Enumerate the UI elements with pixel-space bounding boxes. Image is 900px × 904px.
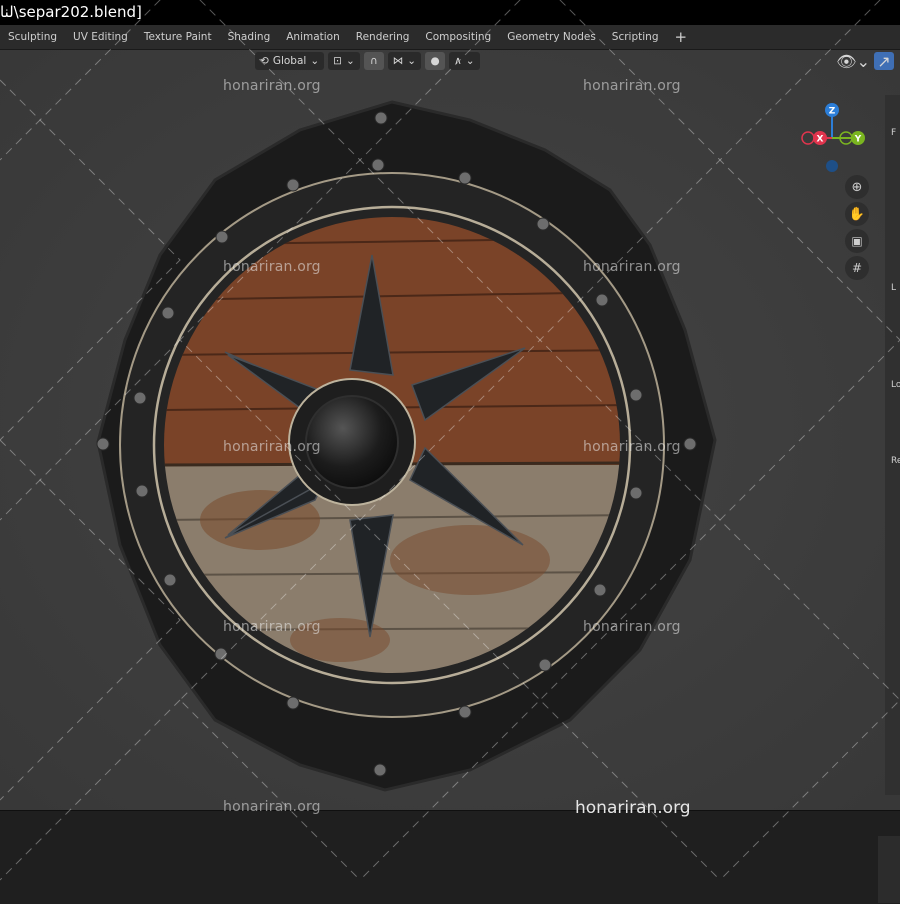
gizmo-y-label: Y (854, 135, 862, 145)
watermark-text: honariran.org (583, 439, 681, 455)
camera-icon: ▣ (851, 234, 863, 248)
tab-geometry-nodes[interactable]: Geometry Nodes (499, 25, 604, 49)
watermark-text: honariran.org (223, 439, 321, 455)
watermark-text: honariran.org (223, 799, 321, 815)
add-workspace-button[interactable]: + (667, 25, 696, 49)
tab-rendering[interactable]: Rendering (348, 25, 418, 49)
chevron-down-icon: ⌄ (856, 51, 870, 71)
snap-toggle[interactable]: ∩ (363, 52, 384, 70)
pan-button[interactable]: ✋ (845, 202, 869, 226)
tab-scripting[interactable]: Scripting (604, 25, 667, 49)
gizmo-x-label: X (817, 135, 824, 145)
falloff-dropdown[interactable]: ∧ ⌄ (449, 52, 480, 70)
pivot-dropdown[interactable]: ⊡ ⌄ (328, 52, 360, 70)
tab-shading[interactable]: Shading (220, 25, 279, 49)
workspace-tabs: Sculpting UV Editing Texture Paint Shadi… (0, 25, 900, 50)
zoom-button[interactable]: ⊕ (845, 175, 869, 199)
transform-orientation-icon: ⟲ (260, 55, 269, 67)
view-object-toggle[interactable]: 👁 ⌄ (836, 51, 870, 71)
gizmo-neg-z[interactable] (826, 160, 838, 172)
viewport-header: ⟲ Global ⌄ ⊡ ⌄ ∩ ⋈ ⌄ ● ∧ ⌄ (255, 52, 480, 70)
watermark-text: honariran.org (223, 259, 321, 275)
gizmo-toggle-icon: ↗ (877, 51, 891, 71)
3d-viewport[interactable] (0, 50, 900, 810)
watermark-big: honariran.org (575, 798, 691, 818)
falloff-curve-icon: ∧ (454, 55, 462, 67)
shield-model (0, 50, 900, 810)
timeline-area[interactable] (0, 810, 900, 904)
navigation-gizmo[interactable]: Z X Y (798, 100, 870, 176)
npanel-tab-l[interactable]: L (891, 283, 896, 293)
proportional-toggle[interactable]: ● (425, 52, 446, 70)
tab-uv-editing[interactable]: UV Editing (65, 25, 136, 49)
tab-sculpting[interactable]: Sculpting (0, 25, 65, 49)
sidebar-n-panel[interactable] (885, 95, 900, 795)
orientation-dropdown[interactable]: ⟲ Global ⌄ (255, 52, 325, 70)
watermark-text: honariran.org (223, 619, 321, 635)
transform-pivot-icon: ⊡ (333, 55, 342, 67)
snap-dropdown[interactable]: ⋈ ⌄ (387, 52, 422, 70)
chevron-down-icon: ⌄ (345, 55, 355, 67)
ortho-toggle-button[interactable]: # (845, 256, 869, 280)
gizmo-neg-x[interactable] (801, 131, 815, 145)
tab-texture-paint[interactable]: Texture Paint (136, 25, 220, 49)
snap-target-icon: ⋈ (392, 55, 404, 67)
gizmo-z-label: Z (829, 107, 836, 117)
watermark-text: honariran.org (583, 619, 681, 635)
npanel-tab-f[interactable]: F (891, 128, 896, 138)
zoom-icon: ⊕ (851, 179, 863, 195)
chevron-down-icon: ⌄ (407, 55, 417, 67)
watermark-text: honariran.org (223, 78, 321, 94)
snap-icon: ∩ (369, 55, 378, 67)
chevron-down-icon: ⌄ (310, 55, 320, 67)
watermark-text: honariran.org (583, 259, 681, 275)
chevron-down-icon: ⌄ (465, 55, 475, 67)
viewport-overlay-tools: 👁 ⌄ ↗ (836, 51, 894, 71)
tab-compositing[interactable]: Compositing (417, 25, 499, 49)
orientation-label: Global (272, 55, 307, 67)
hand-pan-icon: ✋ (848, 206, 866, 222)
tab-animation[interactable]: Animation (278, 25, 348, 49)
view-object-icon: 👁 (836, 51, 857, 71)
bottom-right-panel[interactable] (878, 836, 900, 903)
gizmo-toggle[interactable]: ↗ (874, 51, 894, 71)
camera-view-button[interactable]: ▣ (845, 229, 869, 253)
npanel-tab-re[interactable]: Re (891, 456, 900, 466)
proportional-edit-icon: ● (430, 55, 440, 67)
grid-ortho-icon: # (851, 261, 863, 275)
npanel-tab-lo[interactable]: Lo (891, 380, 900, 390)
watermark-text: honariran.org (583, 78, 681, 94)
window-title: لنا\separ202.blend] (0, 0, 900, 25)
